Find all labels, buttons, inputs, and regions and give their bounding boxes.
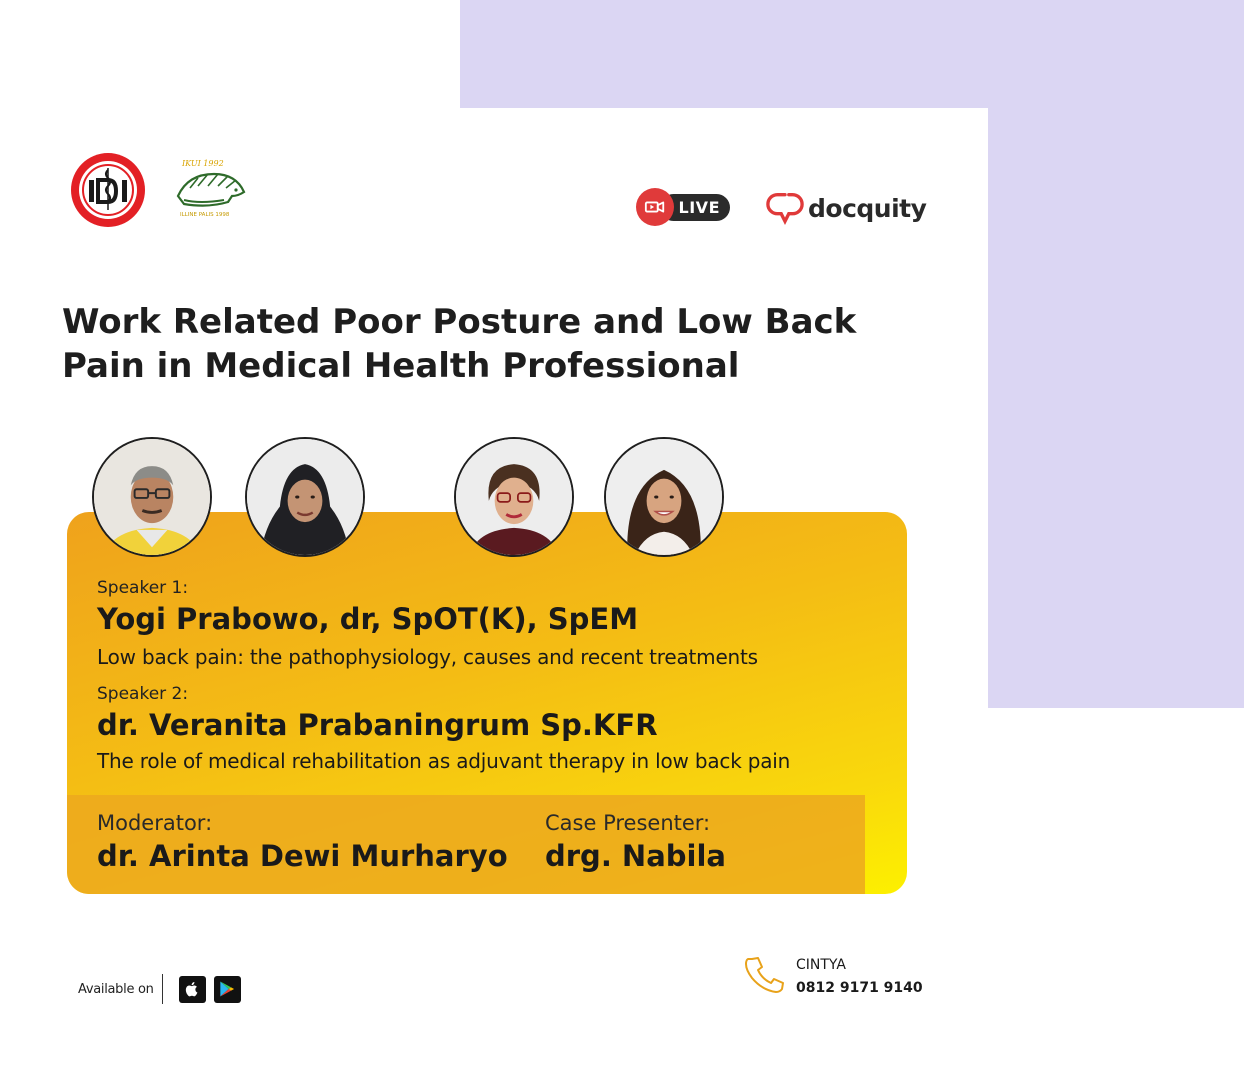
video-camera-icon: [636, 188, 674, 226]
alumni-porcupine-logo: IKUI 1992 ILLINE PALIS 1998: [170, 156, 252, 220]
speaker-2-name: dr. Veranita Prabaningrum Sp.KFR: [97, 708, 658, 742]
lavender-backdrop-right: [988, 108, 1244, 708]
speaker-1-role: Speaker 1:: [97, 578, 189, 598]
lavender-backdrop-top: [460, 0, 1244, 108]
contact-info: CINTYA 0812 9171 9140: [744, 954, 923, 1000]
docquity-wordmark: docquity: [808, 193, 927, 223]
available-on-label: Available on: [78, 981, 154, 997]
case-presenter-role: Case Presenter:: [545, 811, 711, 835]
docquity-speech-bubble-icon: [766, 193, 804, 226]
idi-logo: [70, 152, 146, 228]
phone-icon: [745, 957, 784, 993]
contact-name: CINTYA: [796, 957, 846, 973]
case-presenter-avatar: [604, 437, 724, 557]
moderator-avatar: [454, 437, 574, 557]
moderator-role: Moderator:: [97, 811, 213, 835]
speaker-2-avatar: [245, 437, 365, 557]
speakers-card: Speaker 1: Yogi Prabowo, dr, SpOT(K), Sp…: [67, 512, 907, 894]
apple-icon[interactable]: [178, 975, 206, 1003]
live-badge: LIVE: [636, 188, 732, 226]
speaker-2-topic: The role of medical rehabilitation as ad…: [97, 749, 791, 773]
logo-year-text: IKUI 1992: [181, 159, 224, 168]
moderator-name: dr. Arinta Dewi Murharyo: [97, 839, 508, 873]
speaker-2-role: Speaker 2:: [97, 684, 189, 704]
moderator-band: Moderator: dr. Arinta Dewi Murharyo Case…: [67, 795, 865, 894]
speaker-1-topic: Low back pain: the pathophysiology, caus…: [97, 645, 758, 669]
divider: [161, 974, 163, 1004]
contact-phone[interactable]: 0812 9171 9140: [796, 977, 923, 1000]
speaker-1-name: Yogi Prabowo, dr, SpOT(K), SpEM: [97, 602, 639, 636]
speaker-1-avatar: [92, 437, 212, 557]
docquity-brand: docquity: [766, 189, 927, 227]
case-presenter-name: drg. Nabila: [545, 839, 726, 873]
available-on-stores: Available on: [78, 973, 249, 1005]
logo-caption-text: ILLINE PALIS 1998: [180, 212, 230, 218]
event-title: Work Related Poor Posture and Low Back P…: [62, 302, 857, 386]
google-play-icon[interactable]: [213, 975, 241, 1003]
